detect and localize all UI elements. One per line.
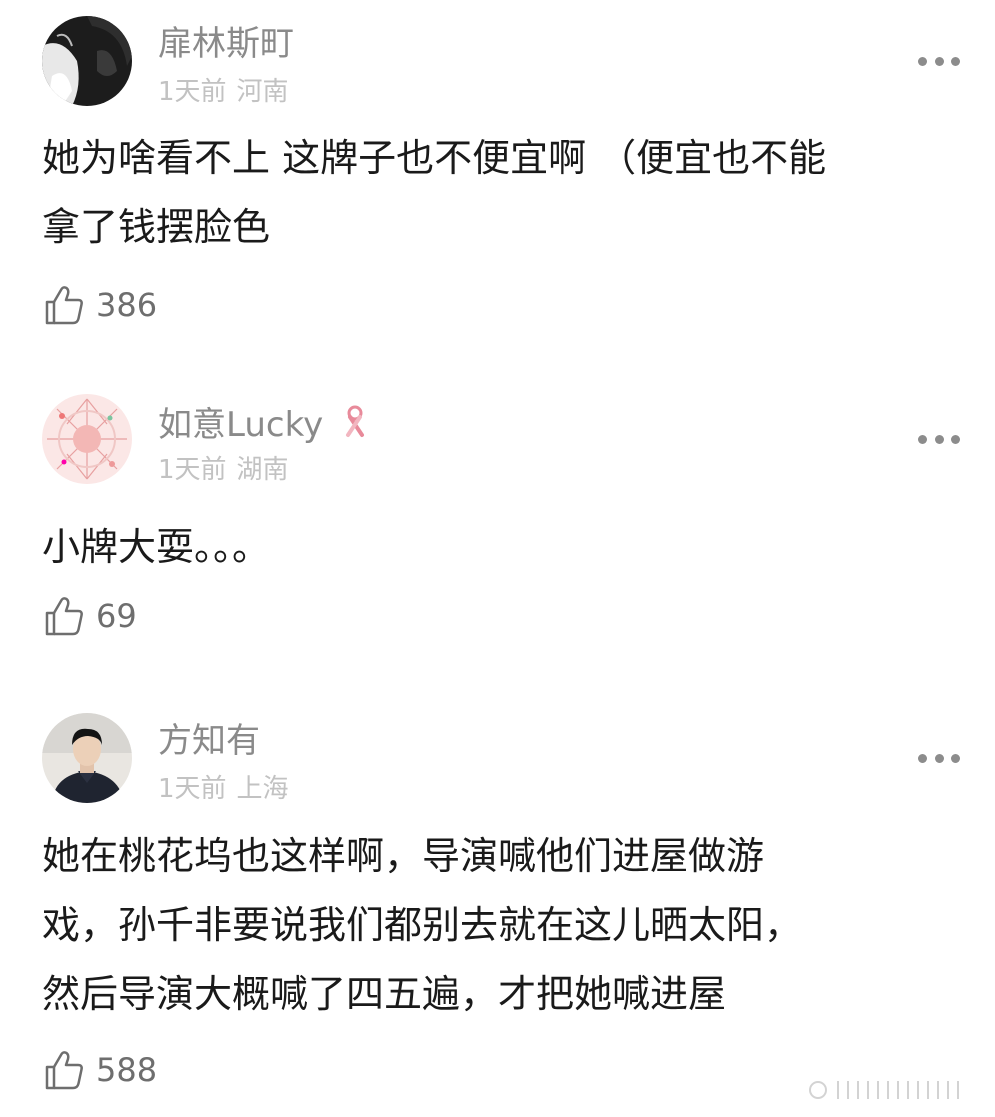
watermark-icon [809,1081,959,1099]
thumbs-up-icon [45,1051,83,1090]
comment-text: 小牌大耍。。。 [42,513,962,582]
comment-text: 她在桃花坞也这样啊，导演喊他们进屋做游 戏，孙千非要说我们都别去就在这儿晒太阳，… [42,822,962,1029]
username[interactable]: 如意Lucky [158,404,373,445]
username[interactable]: 扉林斯町 [158,24,294,64]
like-button[interactable]: 588 [42,1048,157,1092]
more-options-icon[interactable] [918,55,960,67]
like-count: 588 [96,1051,158,1089]
comment-text-line: 小牌大耍。。。 [42,525,271,569]
comment-time: 1天前 [158,455,227,485]
like-count: 69 [96,597,137,635]
comment-text-line: 她在桃花坞也这样啊，导演喊他们进屋做游 [42,834,765,878]
comment-text: 她为啥看不上 这牌子也不便宜啊 （便宜也不能 拿了钱摆脸色 [42,124,962,262]
pink-floral-avatar-icon [42,394,132,484]
comment-meta: 1天前 河南 [158,76,289,108]
avatar[interactable] [42,394,132,484]
comment-location: 上海 [236,774,289,804]
username[interactable]: 方知有 [158,721,260,761]
comment-location: 河南 [236,77,289,107]
pink-ribbon-icon [346,405,365,437]
thumbs-up-icon [45,286,83,325]
like-count: 386 [96,286,158,324]
comment-meta: 1天前 上海 [158,773,289,805]
like-button[interactable]: 69 [42,594,137,638]
thumbs-up-icon [45,597,83,636]
more-options-icon[interactable] [918,433,960,445]
like-button[interactable]: 386 [42,283,157,327]
comment-meta: 1天前 湖南 [158,454,289,486]
dark-anime-avatar-icon [42,16,132,106]
comment-time: 1天前 [158,77,227,107]
username-text: 如意Lucky [158,405,324,445]
avatar[interactable] [42,713,132,803]
comment-text-line: 然后导演大概喊了四五遍，才把她喊进屋 [42,972,727,1016]
comment-text-line: 她为啥看不上 这牌子也不便宜啊 （便宜也不能 [42,136,827,180]
more-options-icon[interactable] [918,752,960,764]
avatar[interactable] [42,16,132,106]
comment-text-line: 拿了钱摆脸色 [42,205,271,249]
comment-text-line: 戏，孙千非要说我们都别去就在这儿晒太阳， [42,903,803,947]
comment-time: 1天前 [158,774,227,804]
comment-location: 湖南 [236,455,289,485]
man-photo-avatar-icon [42,713,132,803]
